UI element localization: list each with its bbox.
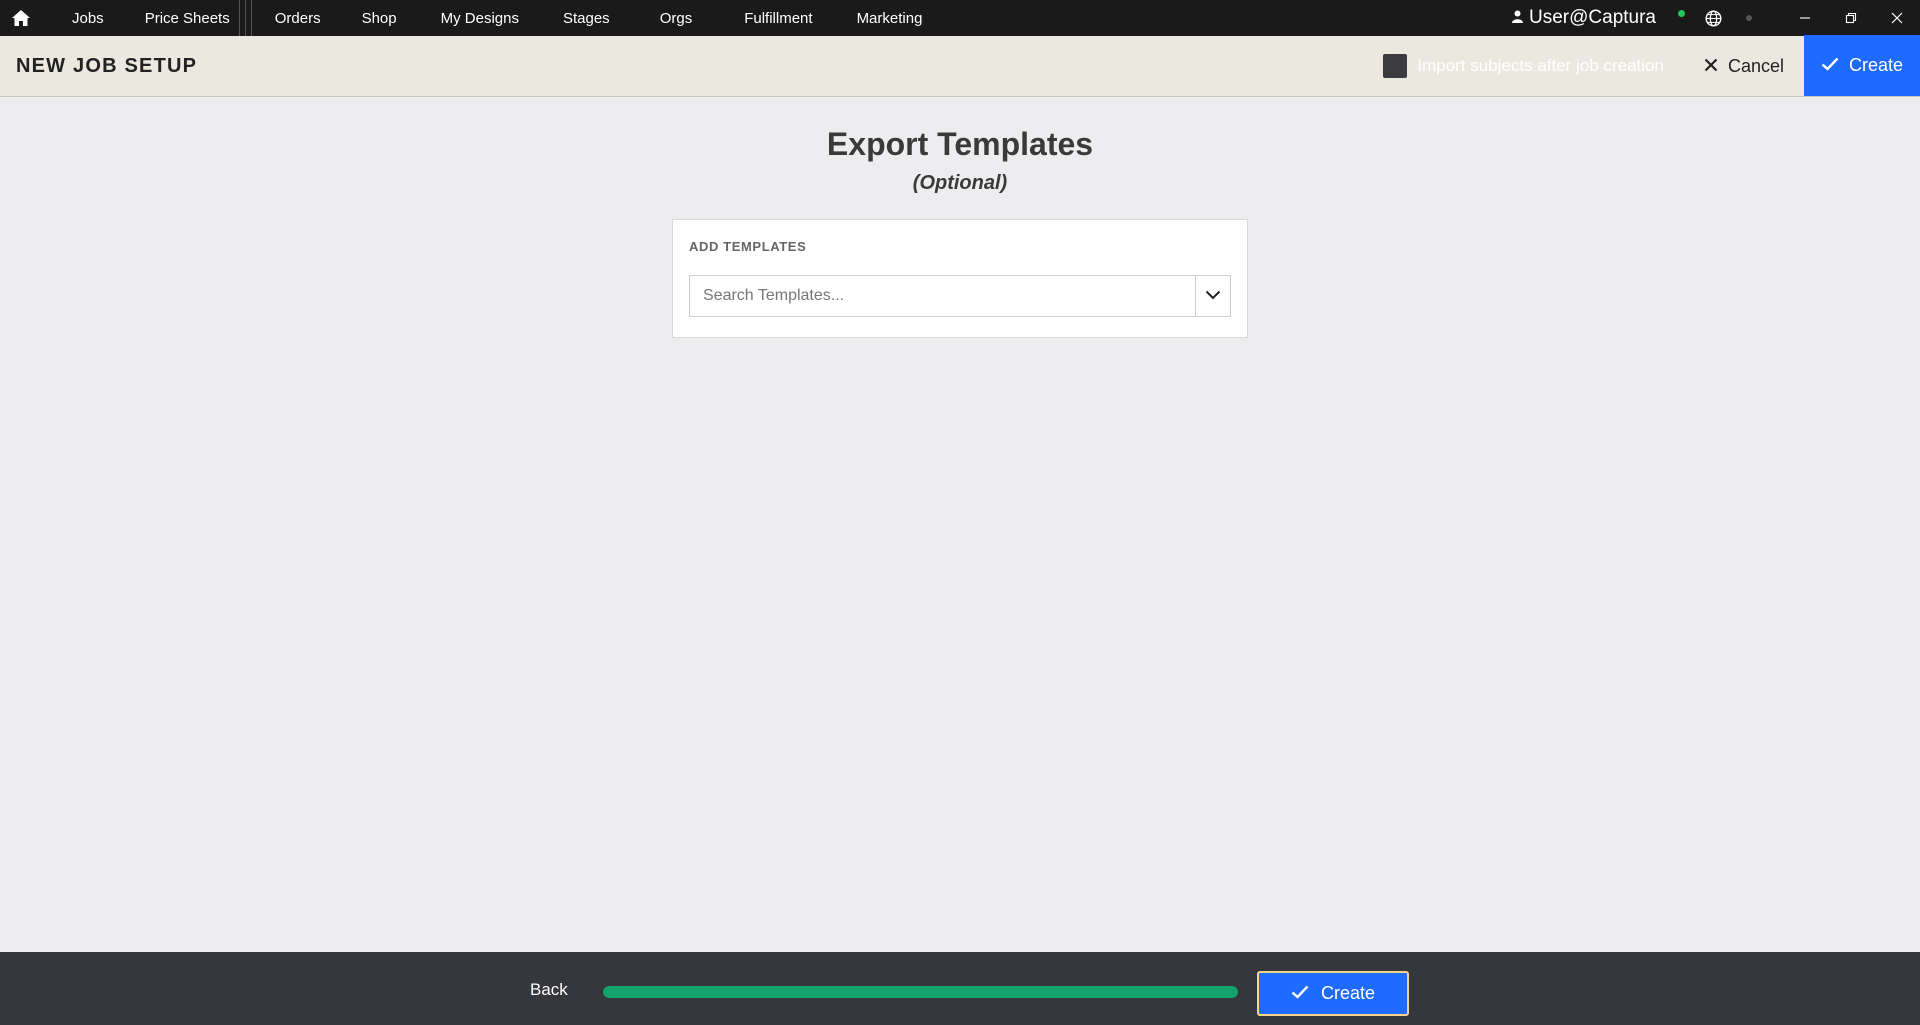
section-title: Export Templates <box>826 126 1094 162</box>
user-icon <box>1512 7 1523 29</box>
status-indicator <box>1678 9 1685 17</box>
nav-item-orgs[interactable]: Orgs <box>660 0 693 36</box>
add-templates-panel: ADD TEMPLATES <box>672 219 1248 338</box>
import-subjects-label[interactable]: Import subjects after job creation <box>1417 56 1664 76</box>
header-actions: Import subjects after job creation Cance… <box>1383 35 1920 96</box>
user-menu[interactable]: User@Captura <box>1512 7 1656 29</box>
template-search <box>689 275 1231 317</box>
nav-item-fulfillment[interactable]: Fulfillment <box>744 0 812 36</box>
nav-separator <box>234 0 258 36</box>
restore-icon[interactable] <box>1828 0 1874 36</box>
nav-item-jobs[interactable]: Jobs <box>72 0 104 36</box>
chevron-down-icon <box>1205 287 1221 305</box>
create-label: Create <box>1320 983 1376 1003</box>
create-label: Create <box>1848 55 1904 75</box>
user-name: User@Captura <box>1529 7 1656 28</box>
import-subjects-checkbox[interactable] <box>1383 54 1408 78</box>
create-button-bottom[interactable]: Create <box>1257 971 1409 1016</box>
checkmark-icon <box>1291 983 1309 1004</box>
template-search-input[interactable] <box>690 276 1195 316</box>
template-dropdown-button[interactable] <box>1195 276 1230 316</box>
close-icon[interactable] <box>1874 0 1920 36</box>
footer-bar: Back Create <box>0 952 1920 1025</box>
back-button[interactable]: Back <box>530 980 568 1000</box>
add-templates-label: ADD TEMPLATES <box>689 239 807 254</box>
cancel-button[interactable]: Cancel <box>1704 56 1784 77</box>
globe-icon[interactable] <box>1705 9 1722 27</box>
checkmark-icon <box>1821 55 1839 76</box>
nav-item-marketing[interactable]: Marketing <box>857 0 923 36</box>
page-header: NEW JOB SETUP Import subjects after job … <box>0 35 1920 97</box>
progress-fill <box>603 986 1238 998</box>
page-title: NEW JOB SETUP <box>16 54 198 77</box>
nav-item-my-designs[interactable]: My Designs <box>441 0 519 36</box>
main-nav: Jobs Price Sheets Orders Shop My Designs… <box>42 0 922 36</box>
cancel-label: Cancel <box>1727 55 1784 76</box>
nav-item-price-sheets[interactable]: Price Sheets <box>145 0 230 36</box>
connection-dot-icon <box>1746 15 1752 21</box>
home-icon[interactable] <box>0 0 42 36</box>
nav-item-orders[interactable]: Orders <box>275 0 321 36</box>
close-icon <box>1704 56 1718 77</box>
top-nav-bar: Jobs Price Sheets Orders Shop My Designs… <box>0 0 1920 36</box>
minimize-icon[interactable] <box>1782 0 1828 36</box>
topbar-right: User@Captura <box>1512 0 1920 36</box>
section-subtitle: (Optional) <box>912 172 1008 194</box>
nav-item-stages[interactable]: Stages <box>563 0 610 36</box>
setup-progress-bar <box>603 986 1238 998</box>
create-button-top[interactable]: Create <box>1804 35 1920 96</box>
nav-item-shop[interactable]: Shop <box>362 0 397 36</box>
